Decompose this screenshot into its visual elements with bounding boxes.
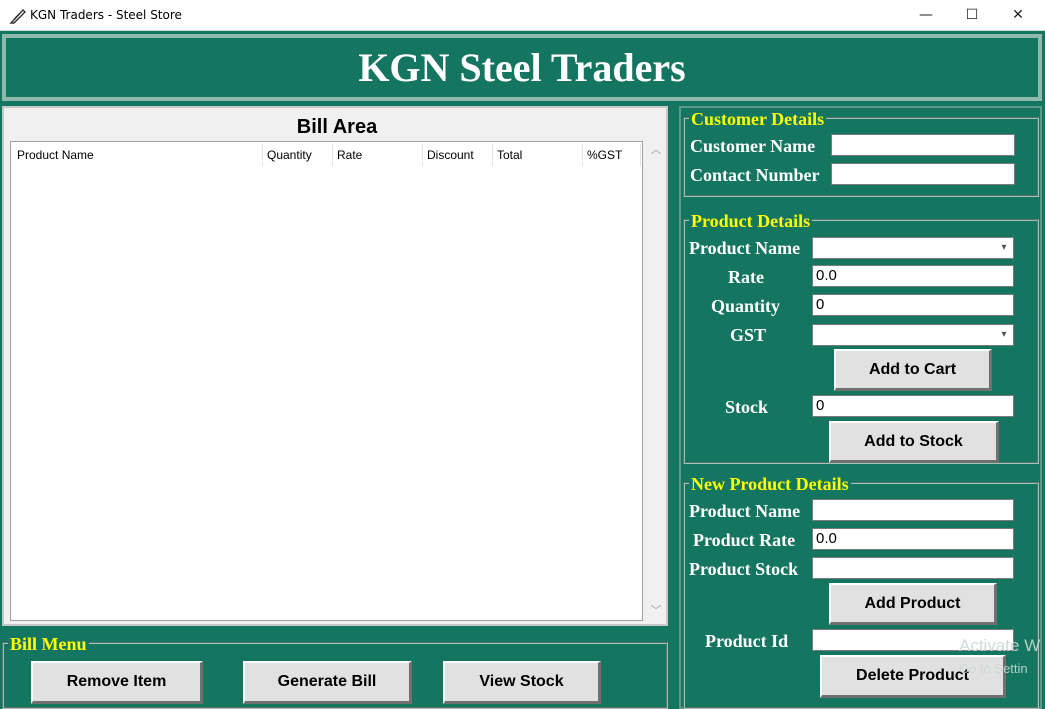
- minimize-button[interactable]: —: [903, 0, 949, 31]
- add-to-stock-button[interactable]: Add to Stock: [829, 421, 999, 463]
- bill-scrollbar[interactable]: ︿ ﹀: [647, 141, 665, 621]
- contact-number-input[interactable]: [831, 163, 1015, 185]
- column-header-rate[interactable]: Rate: [333, 144, 423, 166]
- column-header-gst[interactable]: %GST: [583, 144, 641, 166]
- scroll-down-icon[interactable]: ﹀: [647, 604, 665, 618]
- header-banner: KGN Steel Traders: [2, 34, 1042, 101]
- gst-label: GST: [730, 325, 767, 345]
- product-stock-label: Product Stock: [689, 559, 799, 579]
- new-product-details-legend: New Product Details: [689, 474, 851, 494]
- product-name-label: Product Name: [689, 238, 801, 258]
- generate-bill-button[interactable]: Generate Bill: [243, 661, 412, 704]
- window-title: KGN Traders - Steel Store: [30, 8, 182, 22]
- scroll-up-icon[interactable]: ︿: [647, 143, 665, 157]
- remove-item-button[interactable]: Remove Item: [31, 661, 203, 704]
- column-header-total[interactable]: Total: [493, 144, 583, 166]
- rate-input[interactable]: 0.0: [812, 265, 1014, 287]
- new-product-name-input[interactable]: [812, 499, 1014, 521]
- column-header-discount[interactable]: Discount: [423, 144, 493, 166]
- title-bar: KGN Traders - Steel Store — ☐ ✕: [0, 0, 1045, 31]
- chevron-down-icon[interactable]: ▾: [997, 239, 1011, 257]
- add-to-cart-button[interactable]: Add to Cart: [834, 349, 992, 391]
- product-rate-label: Product Rate: [693, 530, 796, 550]
- customer-name-input[interactable]: [831, 134, 1015, 156]
- view-stock-button[interactable]: View Stock: [443, 661, 601, 704]
- bill-menu-legend: Bill Menu: [8, 634, 89, 654]
- store-title: KGN Steel Traders: [358, 45, 686, 90]
- gst-select[interactable]: ▾: [812, 324, 1014, 346]
- quantity-label: Quantity: [711, 296, 781, 316]
- rate-label: Rate: [728, 267, 764, 287]
- bill-table[interactable]: Product Name Quantity Rate Discount Tota…: [10, 141, 643, 621]
- customer-details-legend: Customer Details: [689, 109, 827, 129]
- app-feather-icon: [9, 7, 27, 25]
- product-id-label: Product Id: [705, 631, 789, 651]
- bill-area-title: Bill Area: [296, 116, 378, 138]
- new-product-name-label: Product Name: [689, 501, 801, 521]
- contact-number-label: Contact Number: [690, 165, 820, 185]
- product-stock-input[interactable]: [812, 557, 1014, 579]
- add-product-button[interactable]: Add Product: [829, 583, 997, 625]
- maximize-button[interactable]: ☐: [949, 0, 995, 31]
- product-rate-input[interactable]: 0.0: [812, 528, 1014, 550]
- product-name-select[interactable]: ▾: [812, 237, 1014, 259]
- chevron-down-icon[interactable]: ▾: [997, 326, 1011, 344]
- stock-input[interactable]: 0: [812, 395, 1014, 417]
- quantity-input[interactable]: 0: [812, 294, 1014, 316]
- activation-watermark: Activate W: [959, 636, 1041, 655]
- activation-watermark-sub: Go to Settin: [959, 661, 1028, 676]
- stock-label: Stock: [725, 397, 769, 417]
- column-header-product-name[interactable]: Product Name: [13, 144, 263, 166]
- product-details-legend: Product Details: [689, 211, 813, 231]
- column-header-quantity[interactable]: Quantity: [263, 144, 333, 166]
- customer-name-label: Customer Name: [690, 136, 816, 156]
- close-button[interactable]: ✕: [995, 0, 1041, 31]
